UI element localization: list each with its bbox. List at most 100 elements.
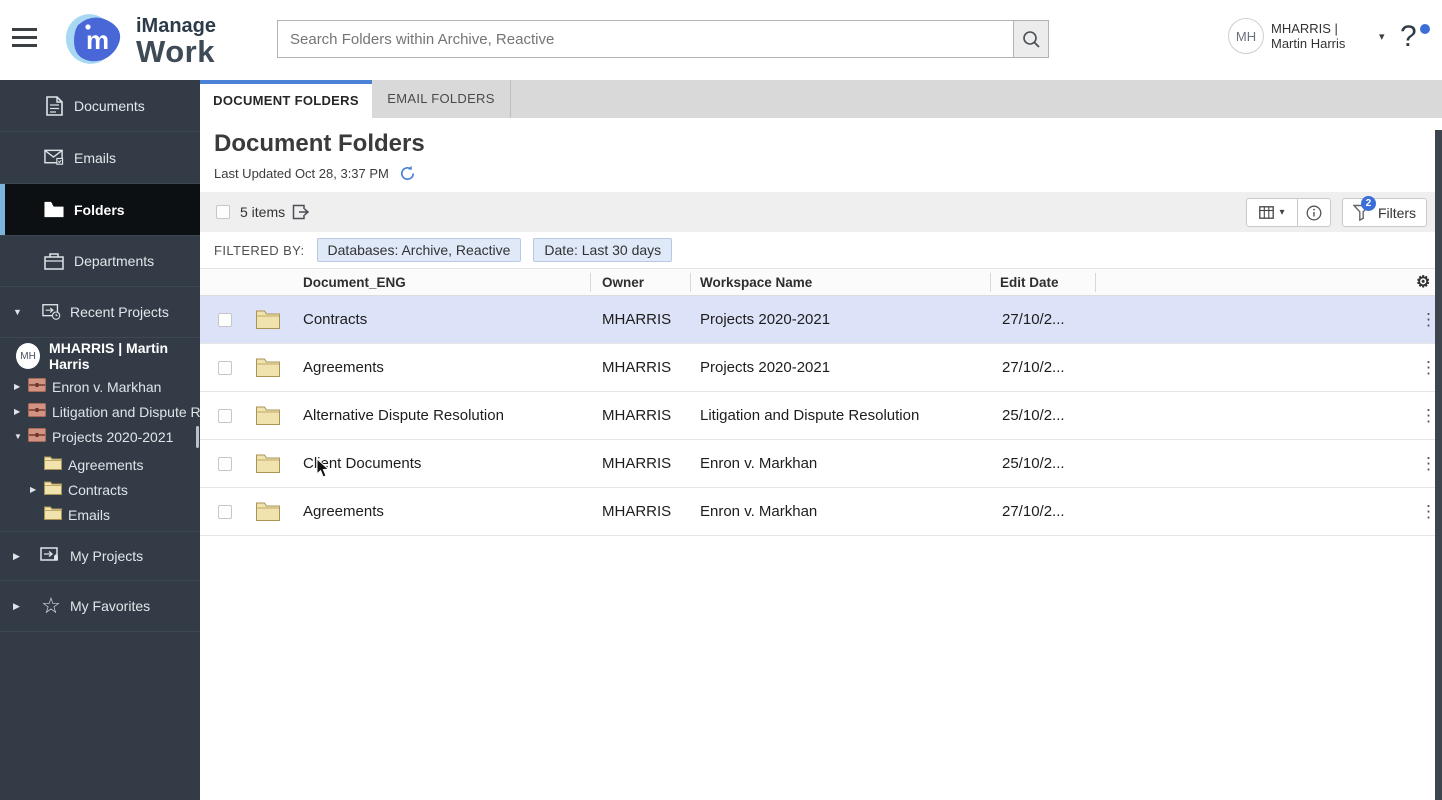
workspace-cell: Projects 2020-2021 <box>700 359 831 376</box>
tree-subfolder-contracts[interactable]: ▶ Contracts <box>0 477 200 502</box>
tab-email-folders[interactable]: EMAIL FOLDERS <box>372 80 511 118</box>
sidebar-item-emails[interactable]: Emails <box>0 132 200 184</box>
folder-icon <box>256 502 280 525</box>
table-row[interactable]: Agreements MHARRIS Enron v. Markhan 27/1… <box>200 488 1442 536</box>
folder-name[interactable]: Client Documents <box>303 440 421 488</box>
owner-cell: MHARRIS <box>602 455 672 472</box>
table-row[interactable]: Contracts MHARRIS Projects 2020-2021 27/… <box>200 296 1442 344</box>
sidebar-scrollbar-thumb[interactable] <box>196 426 199 448</box>
tree-subfolder-emails[interactable]: Emails <box>0 502 200 527</box>
table-row[interactable]: Agreements MHARRIS Projects 2020-2021 27… <box>200 344 1442 392</box>
table-row[interactable]: Client Documents MHARRIS Enron v. Markha… <box>200 440 1442 488</box>
info-button[interactable] <box>1298 205 1330 221</box>
column-header-edit-date[interactable]: Edit Date <box>1000 269 1059 296</box>
folder-icon <box>44 506 62 523</box>
tab-document-folders[interactable]: DOCUMENT FOLDERS <box>200 80 372 118</box>
sidebar-item-documents[interactable]: Documents <box>0 80 200 132</box>
svg-text:m: m <box>86 25 109 55</box>
edit-date-cell: 25/10/2... <box>1002 455 1065 472</box>
chevron-down-icon[interactable]: ▾ <box>1379 30 1385 43</box>
column-header-owner[interactable]: Owner <box>602 269 644 296</box>
user-name: MHARRIS | Martin Harris <box>1271 21 1346 51</box>
folder-table: Contracts MHARRIS Projects 2020-2021 27/… <box>200 296 1442 536</box>
caret-right-icon[interactable]: ▶ <box>14 407 20 416</box>
filters-label: Filters <box>1377 204 1417 221</box>
active-indicator-bar <box>0 184 5 235</box>
row-checkbox[interactable] <box>218 409 232 423</box>
help-button[interactable]: ? <box>1400 18 1430 58</box>
tree-user-node[interactable]: MH MHARRIS | Martin Harris <box>0 338 200 374</box>
caret-down-icon[interactable]: ▼ <box>13 307 22 317</box>
folder-name[interactable]: Alternative Dispute Resolution <box>303 392 504 440</box>
sidebar-item-label: Folders <box>74 201 125 218</box>
workspace-cell: Enron v. Markhan <box>700 455 818 472</box>
caret-right-icon[interactable]: ▶ <box>14 382 20 391</box>
column-settings-gear-icon[interactable]: ⚙ <box>1416 269 1430 296</box>
sidebar-item-my-projects[interactable]: ▶ My Projects <box>0 531 200 581</box>
filter-chip-databases[interactable]: Databases: Archive, Reactive <box>316 238 522 262</box>
tree-item-label: Contracts <box>68 481 128 498</box>
user-menu[interactable]: MH MHARRIS | Martin Harris ▾ <box>1228 18 1385 54</box>
main-content: DOCUMENT FOLDERS EMAIL FOLDERS Document … <box>200 80 1442 800</box>
filters-count-badge: 2 <box>1360 196 1376 211</box>
sidebar-item-label: My Projects <box>70 548 144 564</box>
folder-icon <box>44 201 64 218</box>
folder-name[interactable]: Contracts <box>303 296 367 344</box>
avatar: MH <box>16 343 41 369</box>
column-divider <box>990 273 991 292</box>
sidebar-item-departments[interactable]: Departments <box>0 236 200 287</box>
background-window-edge <box>1435 130 1442 800</box>
column-header-workspace[interactable]: Workspace Name <box>700 269 812 296</box>
row-checkbox[interactable] <box>218 457 232 471</box>
hamburger-menu-icon[interactable] <box>12 28 37 48</box>
star-icon: ☆ <box>41 593 61 618</box>
caret-right-icon[interactable]: ▶ <box>13 601 20 612</box>
global-search <box>277 20 1049 58</box>
document-icon <box>44 95 64 116</box>
list-toolbar: 5 items ▾ 2 Filters <box>200 192 1442 232</box>
column-divider <box>1095 273 1096 292</box>
edit-date-cell: 27/10/2... <box>1002 311 1065 328</box>
select-all-checkbox[interactable] <box>216 205 230 219</box>
view-options-group[interactable]: ▾ <box>1246 198 1331 227</box>
chevron-down-icon: ▾ <box>1279 207 1285 218</box>
filters-button[interactable]: 2 Filters <box>1342 196 1427 227</box>
folder-icon <box>44 481 62 498</box>
edit-date-cell: 27/10/2... <box>1002 503 1065 520</box>
caret-down-icon[interactable]: ▼ <box>14 432 22 441</box>
column-header-document[interactable]: Document_ENG <box>303 269 406 296</box>
email-icon <box>44 149 64 166</box>
notification-dot <box>1420 24 1430 34</box>
logo-wordmark: iManage Work <box>136 15 216 67</box>
tree-subfolder-agreements[interactable]: Agreements <box>0 452 200 477</box>
folder-name[interactable]: Agreements <box>303 488 384 536</box>
sidebar-item-my-favorites[interactable]: ▶ ☆ My Favorites <box>0 581 200 632</box>
export-icon[interactable] <box>292 204 310 225</box>
tree-item-litigation[interactable]: ▶ Litigation and Dispute Res <box>0 399 215 424</box>
tree-item-projects-2020-2021[interactable]: ▼ Projects 2020-2021 <box>0 424 200 449</box>
folder-icon <box>256 454 280 477</box>
last-updated-text: Last Updated Oct 28, 3:37 PM <box>214 166 389 181</box>
search-button[interactable] <box>1013 20 1049 58</box>
caret-right-icon[interactable]: ▶ <box>30 485 36 494</box>
folder-name[interactable]: Agreements <box>303 344 384 392</box>
sidebar-item-recent-projects[interactable]: ▼ Recent Projects <box>0 287 200 338</box>
my-projects-icon <box>40 547 62 565</box>
row-checkbox[interactable] <box>218 361 232 375</box>
imanage-work-logo: m iManage Work <box>64 9 216 72</box>
row-checkbox[interactable] <box>218 313 232 327</box>
table-row[interactable]: Alternative Dispute Resolution MHARRIS L… <box>200 392 1442 440</box>
filter-chip-date[interactable]: Date: Last 30 days <box>533 238 673 262</box>
sidebar-item-label: Emails <box>74 149 117 166</box>
refresh-icon[interactable] <box>399 165 416 182</box>
sidebar: Documents Emails Folders Departments ▼ R… <box>0 80 215 800</box>
tree-item-enron[interactable]: ▶ Enron v. Markhan <box>0 374 200 399</box>
folder-icon <box>44 456 62 473</box>
caret-right-icon[interactable]: ▶ <box>13 551 20 562</box>
search-input[interactable] <box>277 20 1014 58</box>
view-selector-button[interactable]: ▾ <box>1247 206 1297 219</box>
sidebar-item-folders[interactable]: Folders <box>0 184 200 236</box>
sidebar-item-label: Recent Projects <box>70 304 169 320</box>
folder-icon <box>256 406 280 429</box>
row-checkbox[interactable] <box>218 505 232 519</box>
